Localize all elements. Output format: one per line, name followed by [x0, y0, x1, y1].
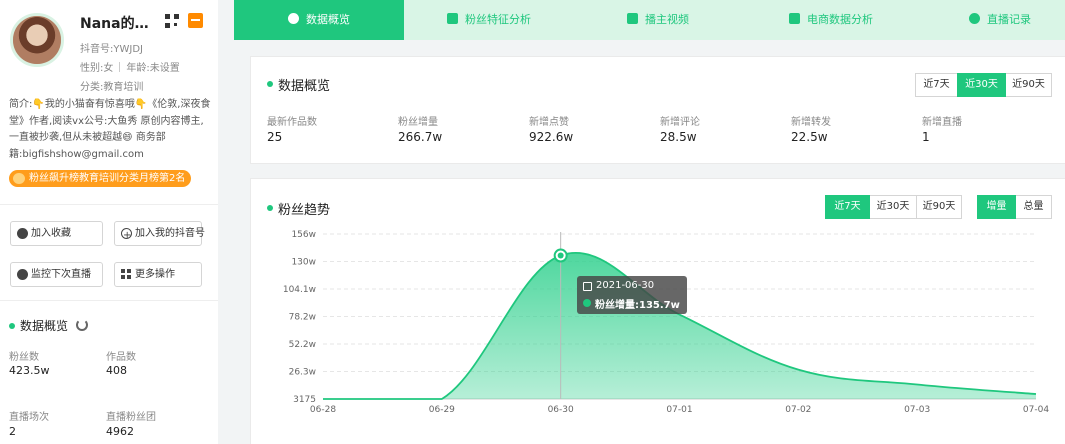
tab-label: 粉丝特征分析 — [465, 13, 531, 26]
favorite-label: 加入收藏 — [31, 228, 71, 239]
metric-label: 新增直播 — [922, 117, 962, 128]
tab-fan-analysis[interactable]: 粉丝特征分析 — [447, 0, 531, 40]
tooltip-date: 2021-06-30 — [596, 280, 655, 291]
page-root: Nana的龙… 抖音号:YWJDJ 性别:女 年龄:未设置 分类:教育培训 简介:… — [0, 0, 1065, 444]
series-dot-icon — [583, 299, 591, 307]
metric-label: 粉丝增量 — [398, 117, 438, 128]
mode-increment-button[interactable]: 增量 — [977, 195, 1016, 219]
category-text: 分类:教育培训 — [80, 82, 144, 93]
side-overview-title-text: 数据概览 — [20, 319, 69, 333]
more-actions-label: 更多操作 — [135, 269, 175, 280]
stat-value: 4962 — [106, 425, 134, 438]
metric-value: 922.6w — [529, 130, 574, 144]
monitor-live-label: 监控下次直播 — [31, 269, 91, 280]
add-douyin-label: 加入我的抖音号 — [135, 228, 205, 239]
profile-name: Nana的龙… — [80, 16, 160, 32]
range-90d-button[interactable]: 近90天 — [1005, 73, 1052, 97]
metric-value: 22.5w — [791, 130, 828, 144]
add-circle-icon — [121, 224, 132, 247]
metric-value: 25 — [267, 130, 283, 144]
calendar-icon — [583, 282, 592, 291]
avatar[interactable] — [10, 13, 64, 67]
stat-label: 直播粉丝团 — [106, 412, 156, 423]
shop-icon[interactable] — [188, 13, 203, 28]
tab-ecommerce[interactable]: 电商数据分析 — [789, 0, 873, 40]
profile-meta: 性别:女 年龄:未设置 — [80, 59, 180, 74]
grid-icon — [121, 269, 132, 280]
title-dot-icon — [267, 205, 273, 211]
range-90d-button[interactable]: 近90天 — [916, 195, 962, 219]
chart-tooltip: 2021-06-30 粉丝增量:135.7w — [577, 276, 687, 314]
tab-label: 电商数据分析 — [807, 13, 873, 26]
pie-chart-icon — [288, 13, 299, 24]
rank-badge[interactable]: 粉丝飙升榜教育培训分类月榜第2名 — [9, 170, 192, 187]
range-7d-button[interactable]: 近7天 — [825, 195, 870, 219]
tab-label: 数据概览 — [306, 13, 350, 26]
avatar-photo — [13, 16, 61, 64]
age-text: 年龄:未设置 — [126, 63, 180, 74]
metric-label: 新增评论 — [660, 117, 700, 128]
range-30d-button[interactable]: 近30天 — [869, 195, 917, 219]
trend-mode-switch: 增量 总量 — [977, 195, 1052, 219]
stat-value: 408 — [106, 364, 127, 377]
shopping-bag-icon — [789, 13, 800, 24]
crown-icon — [13, 173, 25, 184]
divider — [0, 204, 218, 205]
title-dot-icon — [267, 81, 273, 87]
refresh-icon[interactable] — [76, 319, 88, 331]
overview-card-title: 数据概览 — [267, 75, 330, 94]
tooltip-label: 粉丝增量: — [595, 300, 639, 311]
main-tabs: 数据概览 粉丝特征分析 播主视频 电商数据分析 直播记录 — [234, 0, 1065, 40]
overview-range-switch: 近7天 近30天 近90天 — [915, 73, 1052, 97]
monitor-live-button[interactable]: 监控下次直播 — [10, 262, 103, 287]
favorite-icon — [17, 228, 28, 239]
tooltip-value-line: 粉丝增量:135.7w — [595, 296, 680, 311]
meta-divider — [119, 62, 121, 72]
rank-badge-text: 粉丝飙升榜教育培训分类月榜第2名 — [29, 173, 186, 184]
metric-label: 新增转发 — [791, 117, 831, 128]
divider — [0, 300, 218, 301]
range-30d-button[interactable]: 近30天 — [957, 73, 1006, 97]
range-7d-button[interactable]: 近7天 — [915, 73, 958, 97]
tab-label: 播主视频 — [645, 13, 689, 26]
tooltip-value: 135.7w — [639, 300, 680, 311]
stat-label: 粉丝数 — [9, 352, 39, 363]
trend-range-switch: 近7天 近30天 近90天 — [825, 195, 962, 219]
overview-card-title-text: 数据概览 — [278, 79, 331, 94]
qr-code-icon[interactable] — [165, 14, 179, 28]
mode-total-button[interactable]: 总量 — [1015, 195, 1052, 219]
id-card-icon — [447, 13, 458, 24]
trend-card-title-text: 粉丝趋势 — [278, 203, 331, 218]
tab-label: 直播记录 — [987, 13, 1031, 26]
metric-value: 266.7w — [398, 130, 443, 144]
metric-label: 最新作品数 — [267, 117, 317, 128]
douyin-id: 抖音号:YWJDJ — [80, 44, 143, 55]
trend-card-title: 粉丝趋势 — [267, 199, 330, 218]
tab-data-overview[interactable]: 数据概览 — [234, 0, 404, 40]
clock-icon — [969, 13, 980, 24]
tab-videos[interactable]: 播主视频 — [627, 0, 689, 40]
stat-label: 直播场次 — [9, 412, 49, 423]
metric-value: 28.5w — [660, 130, 697, 144]
monitor-icon — [17, 269, 28, 280]
title-dot-icon — [9, 323, 15, 329]
add-douyin-button[interactable]: 加入我的抖音号 — [114, 221, 205, 247]
bio-text: 简介:👇我的小猫奋有惊喜哦👇《伦敦,深夜食堂》作者,阅读vx公号:大鱼秀 原创内… — [9, 99, 211, 160]
favorite-button[interactable]: 加入收藏 — [10, 221, 103, 246]
stat-label: 作品数 — [106, 352, 136, 363]
more-actions-button[interactable]: 更多操作 — [114, 262, 202, 287]
video-camera-icon — [627, 13, 638, 24]
side-overview-title: 数据概览 — [9, 317, 68, 334]
tab-live-records[interactable]: 直播记录 — [969, 0, 1031, 40]
stat-value: 423.5w — [9, 364, 50, 377]
stat-value: 2 — [9, 425, 16, 438]
metric-value: 1 — [922, 130, 930, 144]
gender-text: 性别:女 — [80, 63, 114, 74]
profile-sidebar: Nana的龙… 抖音号:YWJDJ 性别:女 年龄:未设置 分类:教育培训 简介:… — [0, 0, 218, 444]
metric-label: 新增点赞 — [529, 117, 569, 128]
